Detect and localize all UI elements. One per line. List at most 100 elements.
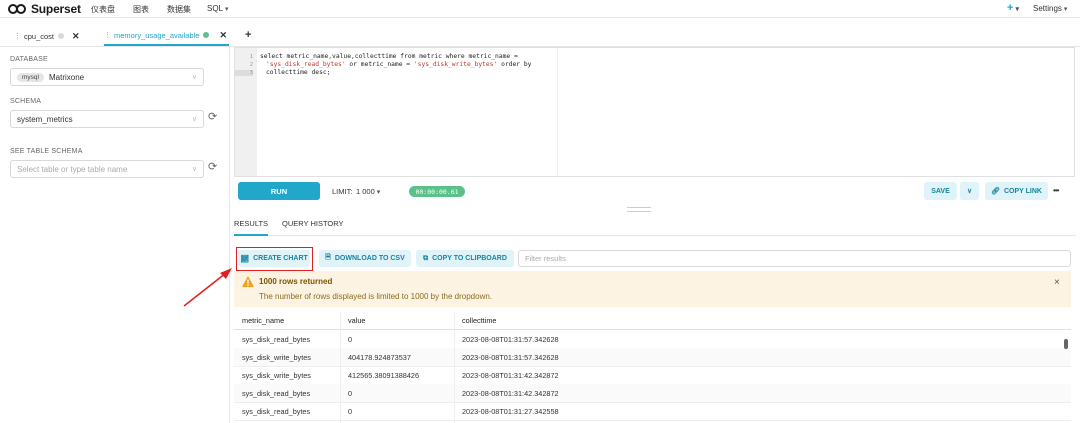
tab-label: cpu_cost bbox=[24, 31, 55, 41]
table-row: sys_disk_write_bytes 412565.38091388426 … bbox=[234, 366, 1071, 385]
schema-select[interactable]: system_metrics ∨ bbox=[10, 110, 204, 128]
cell: 2023-08-08T01:31:57.342628 bbox=[462, 353, 559, 362]
column-divider bbox=[454, 311, 455, 423]
table-schema-label: SEE TABLE SCHEMA bbox=[10, 148, 83, 155]
clipboard-icon: ⧉ bbox=[423, 254, 429, 262]
table-select[interactable]: Select table or type table name ∨ bbox=[10, 160, 204, 178]
editor-print-margin bbox=[557, 48, 558, 176]
table-header-row: metric_name value collecttime bbox=[234, 311, 1071, 330]
query-timer: 00:00:00.61 bbox=[409, 186, 465, 197]
tab-cpu-cost[interactable]: ⋮ cpu_cost ✕ bbox=[14, 26, 80, 46]
column-divider bbox=[340, 311, 341, 423]
table-row: sys_disk_read_bytes 0 2023-08-08T01:31:2… bbox=[234, 402, 1071, 421]
cell: 2023-08-08T01:31:42.342872 bbox=[462, 389, 559, 398]
close-icon[interactable]: × bbox=[1054, 277, 1060, 288]
brand-name: Superset bbox=[31, 2, 81, 16]
nav-sql-menu[interactable]: SQL bbox=[207, 4, 229, 13]
table-select-placeholder: Select table or type table name bbox=[17, 164, 128, 174]
new-plus-menu[interactable]: + bbox=[1007, 2, 1019, 14]
code-line-1: select metric_name,value,collecttime fro… bbox=[260, 53, 518, 60]
cell: 0 bbox=[348, 389, 353, 398]
alert-title: 1000 rows returned bbox=[259, 277, 333, 286]
copy-link-button[interactable]: 🔗︎ COPY LINK bbox=[985, 182, 1048, 200]
cell: sys_disk_read_bytes bbox=[242, 389, 311, 398]
copy-clipboard-button[interactable]: ⧉ COPY TO CLIPBOARD bbox=[416, 250, 514, 267]
tab-results[interactable]: RESULTS bbox=[234, 219, 269, 236]
cell: sys_disk_write_bytes bbox=[242, 371, 311, 380]
drag-handle-icon[interactable]: ⋮ bbox=[14, 32, 21, 40]
cell: sys_disk_write_bytes bbox=[242, 353, 311, 362]
warning-icon bbox=[242, 276, 254, 287]
table-row: sys_disk_read_bytes 0 2023-08-08T01:31:5… bbox=[234, 330, 1071, 349]
cell: 2023-08-08T01:31:27.342558 bbox=[462, 407, 559, 416]
tab-label: memory_usage_available bbox=[114, 30, 200, 40]
database-value: Matrixone bbox=[48, 72, 85, 82]
code-string: 'sys_disk_write_bytes' bbox=[413, 61, 498, 68]
brand-logo[interactable]: Superset bbox=[8, 2, 81, 16]
cell: 2023-08-08T01:31:42.342872 bbox=[462, 371, 559, 380]
refresh-tables-icon[interactable]: ⟳ bbox=[208, 160, 217, 173]
nav-datasets[interactable]: 数据集 bbox=[167, 4, 191, 15]
limit-label: LIMIT: bbox=[332, 187, 353, 196]
close-icon[interactable]: ✕ bbox=[219, 30, 227, 41]
code-text: or metric_name = bbox=[345, 61, 414, 68]
database-select[interactable]: mysql Matrixone ∨ bbox=[10, 68, 204, 86]
column-header[interactable]: metric_name bbox=[242, 316, 284, 325]
table-scrollbar[interactable] bbox=[1064, 339, 1068, 349]
nav-dashboards[interactable]: 仪表盘 bbox=[91, 4, 115, 15]
table-row: sys_disk_write_bytes 404178.924873537 20… bbox=[234, 348, 1071, 367]
close-icon[interactable]: ✕ bbox=[72, 31, 80, 42]
filter-results-input[interactable]: Filter results bbox=[518, 250, 1071, 267]
more-options-icon[interactable]: ••• bbox=[1053, 186, 1059, 195]
copy-link-label: COPY LINK bbox=[1003, 187, 1042, 195]
run-button[interactable]: RUN bbox=[238, 182, 320, 200]
line-number: 3 bbox=[235, 70, 253, 76]
download-csv-button[interactable]: 🗎 DOWNLOAD TO CSV bbox=[319, 250, 411, 267]
sql-editor[interactable]: 1 2 3 select metric_name,value,collectti… bbox=[234, 47, 1075, 177]
line-number: 1 bbox=[249, 54, 253, 60]
cell: 0 bbox=[348, 335, 353, 344]
code-string: 'sys_disk_read_bytes' bbox=[266, 61, 346, 68]
chevron-down-icon: ∨ bbox=[191, 166, 197, 173]
alert-body: The number of rows displayed is limited … bbox=[259, 292, 493, 301]
chevron-down-icon: ∨ bbox=[191, 74, 197, 81]
chevron-down-icon: ∨ bbox=[191, 116, 197, 123]
code-line-2: 'sys_disk_read_bytes' or metric_name = '… bbox=[266, 61, 531, 68]
limit-dropdown[interactable]: 1 000 bbox=[356, 187, 380, 196]
highlight-annotation bbox=[236, 247, 313, 271]
save-dropdown-chevron-icon[interactable]: ∨ bbox=[959, 182, 979, 200]
cell: 412565.38091388426 bbox=[348, 371, 420, 380]
table-row: sys_disk_read_bytes 0 2023-08-08T01:31:4… bbox=[234, 384, 1071, 403]
tab-query-history[interactable]: QUERY HISTORY bbox=[282, 219, 344, 228]
copy-clipboard-label: COPY TO CLIPBOARD bbox=[432, 255, 507, 262]
column-header[interactable]: value bbox=[348, 316, 365, 325]
rows-limit-alert: 1000 rows returned The number of rows di… bbox=[234, 271, 1071, 307]
schema-label: SCHEMA bbox=[10, 98, 42, 105]
settings-menu[interactable]: Settings bbox=[1033, 4, 1067, 13]
cell: 404178.924873537 bbox=[348, 353, 411, 362]
nav-charts[interactable]: 图表 bbox=[133, 4, 149, 15]
engine-badge: mysql bbox=[17, 72, 44, 82]
schema-value: system_metrics bbox=[17, 114, 73, 124]
line-number: 2 bbox=[249, 62, 253, 68]
link-icon: 🔗︎ bbox=[991, 188, 1000, 195]
code-line-3: collecttime desc; bbox=[266, 69, 331, 76]
status-dot-icon bbox=[203, 32, 210, 38]
cell: 0 bbox=[348, 407, 353, 416]
save-button[interactable]: SAVE bbox=[924, 182, 957, 200]
cell: sys_disk_read_bytes bbox=[242, 407, 311, 416]
resize-handle[interactable] bbox=[627, 207, 651, 212]
database-label: DATABASE bbox=[10, 56, 48, 63]
download-csv-label: DOWNLOAD TO CSV bbox=[334, 255, 405, 262]
add-tab-button[interactable]: + bbox=[245, 29, 251, 41]
code-text: order by bbox=[497, 61, 532, 68]
annotation-arrow-icon bbox=[183, 268, 232, 307]
file-icon: 🗎 bbox=[325, 254, 331, 261]
tab-memory-usage-available[interactable]: ⋮ memory_usage_available ✕ bbox=[104, 26, 230, 46]
column-header[interactable]: collecttime bbox=[462, 316, 496, 325]
results-tabs-divider bbox=[234, 235, 1076, 236]
top-navbar bbox=[0, 0, 1080, 18]
status-dot-icon bbox=[58, 33, 65, 39]
drag-handle-icon[interactable]: ⋮ bbox=[104, 31, 111, 39]
refresh-schema-icon[interactable]: ⟳ bbox=[208, 110, 217, 123]
